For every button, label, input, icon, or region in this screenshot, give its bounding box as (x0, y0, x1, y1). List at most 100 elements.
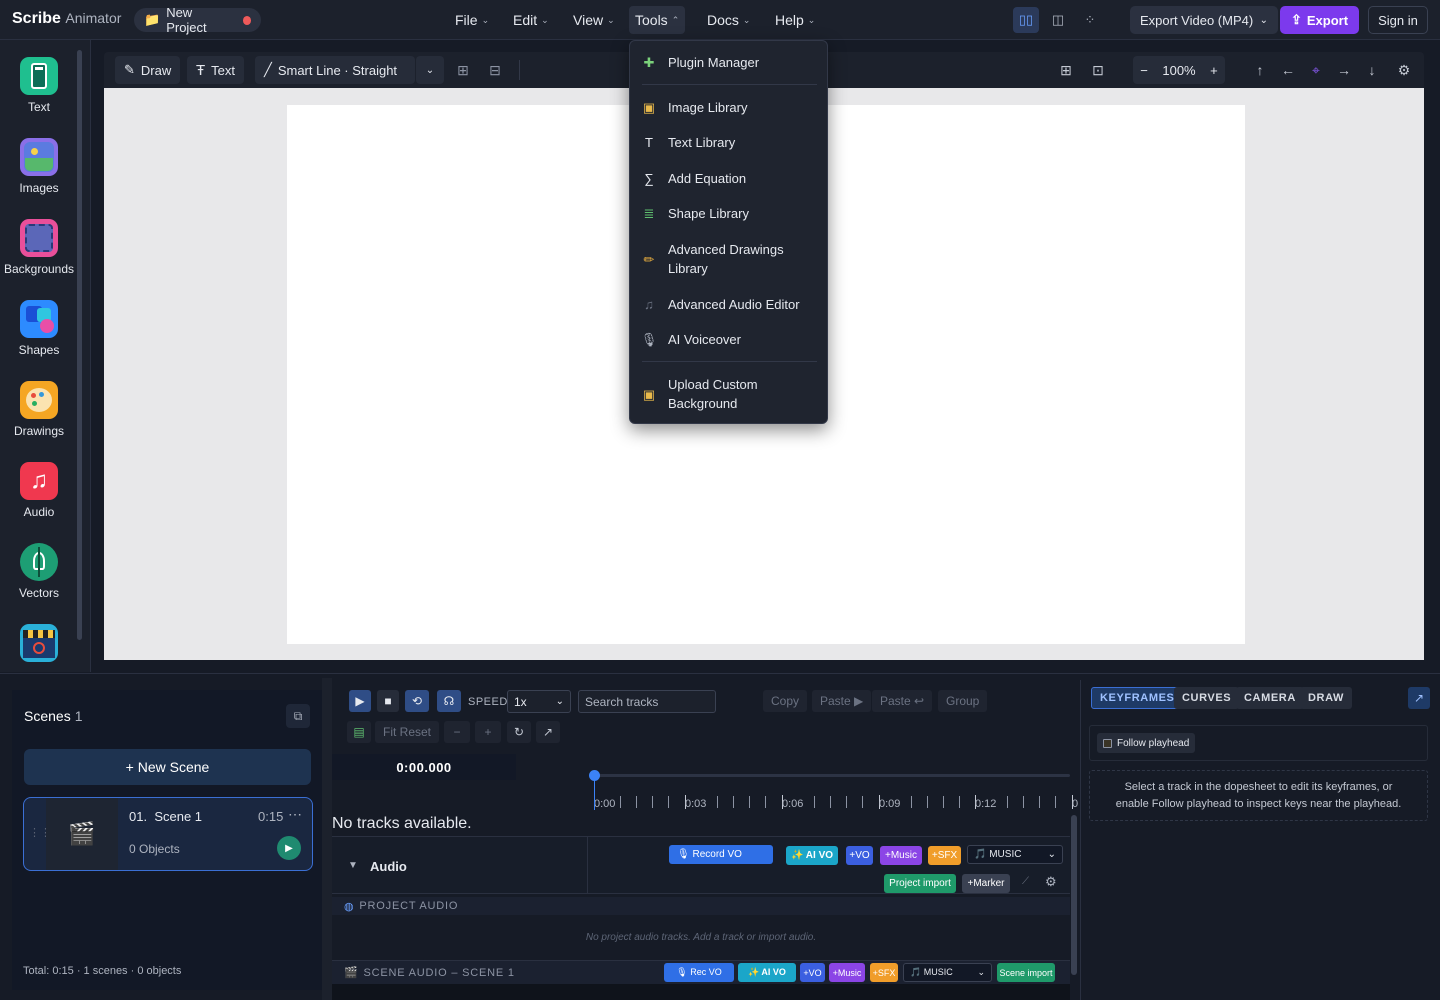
rail-item-images[interactable]: Images (0, 138, 78, 195)
draw-tool-button[interactable]: ✎ Draw (115, 56, 181, 84)
fit-reset-button[interactable]: Fit Reset (375, 721, 440, 743)
menu-item-add-equation[interactable]: ∑ Add Equation (640, 169, 820, 188)
rail-item-shapes[interactable]: Shapes (0, 300, 78, 357)
add-vo-button[interactable]: +VO (846, 846, 873, 865)
scene-add-music-button[interactable]: +Music (829, 963, 865, 982)
settings-gear-icon[interactable]: ⚙ (1392, 58, 1416, 82)
scene-add-vo-button[interactable]: +VO (800, 963, 825, 982)
rail-item-backgrounds[interactable]: Backgrounds (0, 219, 78, 276)
menu-tools[interactable]: Tools ⌃ (629, 6, 686, 34)
play-scene-icon[interactable]: ▶ (277, 836, 301, 860)
scene-music-select[interactable]: 🎵 MUSIC ⌄ (903, 963, 992, 982)
project-import-button[interactable]: Project import (884, 874, 956, 893)
panel-splitter[interactable] (322, 678, 332, 1000)
snap-grid-icon[interactable]: ⊡ (1086, 58, 1110, 82)
tab-draw[interactable]: DRAW (1300, 687, 1353, 709)
refresh-icon[interactable]: ↻ (507, 721, 531, 743)
add-music-button[interactable]: +Music (880, 846, 922, 865)
rec-vo-button[interactable]: 🎙 Rec VO (664, 963, 734, 982)
menu-item-advanced-audio[interactable]: ♫ Advanced Audio Editor (640, 295, 820, 314)
follow-playhead-toggle[interactable]: Follow playhead (1097, 733, 1196, 753)
tab-camera[interactable]: CAMERA (1236, 687, 1304, 709)
rail-scrollbar[interactable] (77, 50, 82, 640)
arrow-left-icon[interactable]: ← (1276, 58, 1300, 82)
add-sfx-button[interactable]: +SFX (928, 846, 961, 865)
grid-icon[interactable]: ⊞ (1054, 58, 1078, 82)
smart-line-button[interactable]: ╱ Smart Line · Straight (255, 56, 415, 84)
menu-edit[interactable]: Edit ⌄ (507, 6, 555, 34)
paste-in-place-button[interactable]: Paste ↩ (872, 690, 933, 712)
menu-view[interactable]: View ⌄ (567, 6, 621, 34)
loop-icon[interactable]: ⟲ (405, 690, 429, 712)
music-select[interactable]: 🎵 MUSIC ⌄ (967, 845, 1063, 864)
add-marker-button[interactable]: +Marker (962, 874, 1010, 893)
tab-curves[interactable]: CURVES (1174, 687, 1240, 709)
arrow-right-icon[interactable]: → (1332, 58, 1356, 82)
chevron-down-icon: ⌄ (607, 14, 615, 25)
group-button[interactable]: Group (938, 690, 988, 712)
center-icon[interactable]: ⌖ (1304, 58, 1328, 82)
headphones-icon[interactable]: ☊ (437, 690, 461, 712)
timeline-scrollbar[interactable] (1071, 815, 1077, 975)
play-icon[interactable]: ▶ (349, 690, 371, 712)
menu-help[interactable]: Help ⌄ (769, 6, 821, 34)
film-icon[interactable]: ▤ (347, 721, 371, 743)
collapse-caret-icon[interactable]: ▼ (348, 860, 358, 871)
ungroup-icon[interactable]: ⊟ (483, 58, 507, 82)
menu-item-image-library[interactable]: ▣ Image Library (640, 98, 820, 117)
settings-gear-icon[interactable]: ⚙ (1045, 874, 1057, 890)
menu-item-shape-library[interactable]: ≣ Shape Library (640, 204, 820, 223)
zoom-out-icon[interactable]: − (444, 721, 470, 743)
rail-item-drawings[interactable]: Drawings (0, 381, 78, 438)
new-scene-button[interactable]: + New Scene (24, 749, 311, 785)
puzzle-icon: ✚ (643, 55, 655, 70)
loading-spinner-icon[interactable]: ⁘ (1077, 7, 1103, 33)
layout-split-icon[interactable]: ▯▯ (1013, 7, 1039, 33)
rail-item-video[interactable] (0, 624, 78, 667)
menu-item-ai-voiceover[interactable]: 🎙 AI Voiceover (640, 330, 820, 349)
duplicate-icon[interactable]: ⧉ (286, 704, 310, 728)
paste-button[interactable]: Paste ▶ (812, 690, 872, 712)
zoom-in-icon[interactable]: + (475, 721, 501, 743)
rail-item-text[interactable]: Text (0, 57, 78, 114)
copy-button[interactable]: Copy (763, 690, 808, 712)
menu-file[interactable]: File ⌄ (449, 6, 495, 34)
time-ruler[interactable] (588, 786, 1070, 812)
popout-icon[interactable]: ↗ (1408, 687, 1430, 709)
project-name-pill[interactable]: 📁 New Project (134, 5, 261, 35)
menu-item-advanced-drawings[interactable]: ✏ Advanced Drawings Library (640, 240, 820, 278)
more-options-icon[interactable]: ⋯ (288, 806, 302, 823)
arrow-down-icon[interactable]: ↓ (1360, 58, 1384, 82)
minor-tick (636, 796, 637, 808)
speed-select[interactable]: 1x ⌄ (507, 690, 571, 713)
export-format-select[interactable]: Export Video (MP4) ⌄ (1130, 6, 1278, 34)
layout-columns-icon[interactable]: ◫ (1045, 7, 1071, 33)
menu-item-plugin-manager[interactable]: ✚ Plugin Manager (640, 53, 820, 72)
smart-line-dropdown[interactable]: ⌄ (416, 56, 444, 84)
stop-icon[interactable]: ■ (377, 690, 399, 712)
ai-vo-button[interactable]: ✨ AI VO (786, 846, 838, 865)
expand-icon[interactable]: ↗ (536, 721, 560, 743)
scene-ai-vo-button[interactable]: ✨ AI VO (738, 963, 796, 982)
scrub-track[interactable] (594, 774, 1070, 777)
group-icon[interactable]: ⊞ (451, 58, 475, 82)
link-icon[interactable]: ⟋ (1022, 876, 1029, 887)
checkbox-icon (1103, 738, 1112, 748)
record-vo-button[interactable]: 🎙 Record VO (669, 845, 773, 864)
zoom-out-icon[interactable]: − (1140, 63, 1148, 78)
menu-docs[interactable]: Docs ⌄ (701, 6, 756, 34)
sign-in-button[interactable]: Sign in (1368, 6, 1428, 34)
arrow-up-icon[interactable]: ↑ (1248, 58, 1272, 82)
search-tracks-input[interactable]: Search tracks (578, 690, 716, 713)
scene-add-sfx-button[interactable]: +SFX (870, 963, 898, 982)
zoom-in-icon[interactable]: + (1210, 63, 1218, 78)
menu-item-text-library[interactable]: T Text Library (640, 133, 820, 152)
menu-item-upload-background[interactable]: ▣ Upload Custom Background (640, 375, 820, 413)
scene-import-button[interactable]: Scene import (997, 963, 1055, 982)
text-tool-button[interactable]: Ŧ Text (187, 56, 245, 84)
tab-keyframes[interactable]: KEYFRAMES (1091, 687, 1184, 709)
rail-item-audio[interactable]: ♫ Audio (0, 462, 78, 519)
playhead-handle[interactable] (589, 770, 600, 781)
rail-item-vectors[interactable]: Vectors (0, 543, 78, 600)
export-button[interactable]: ⇪ Export (1280, 6, 1359, 34)
